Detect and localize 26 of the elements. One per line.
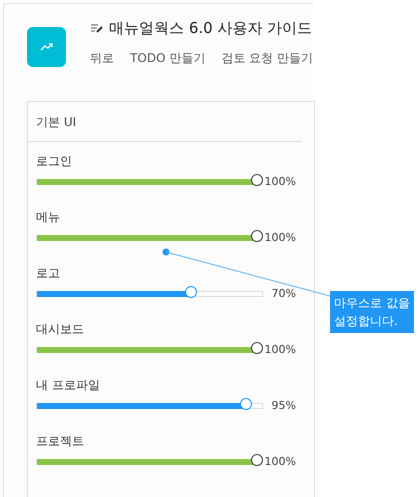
nav-link[interactable]: 검토 요청 만들기 — [221, 48, 313, 66]
slider-thumb[interactable] — [251, 342, 263, 354]
slider-thumb[interactable] — [251, 230, 263, 242]
slider-thumb[interactable] — [185, 286, 197, 298]
slider-thumb[interactable] — [251, 174, 263, 186]
percent-reading: 100% — [264, 230, 296, 246]
nav-link[interactable]: TODO 만들기 — [130, 48, 206, 66]
nav-link[interactable]: 뒤로 — [90, 48, 114, 66]
item-label: 프로젝트 — [36, 433, 85, 450]
callout-note: 마우스로 값을 설정합니다. — [330, 291, 414, 333]
card-title: 기본 UI — [36, 114, 76, 130]
trend-icon — [40, 42, 54, 52]
item-label: 메뉴 — [36, 209, 61, 226]
page-title: 매뉴얼웍스 6.0 사용자 가이드 — [109, 18, 312, 39]
slider-thumb[interactable] — [251, 454, 263, 466]
item-label: 내 프로파일 — [36, 377, 101, 394]
percent-reading: 100% — [264, 454, 296, 470]
edit-icon — [90, 22, 104, 34]
percent-reading: 100% — [264, 174, 296, 190]
item-label: 로고 — [36, 265, 61, 282]
item-label: 로그인 — [36, 153, 73, 170]
percent-reading: 100% — [264, 342, 296, 358]
item-label: 대시보드 — [36, 321, 85, 338]
percent-reading: 70% — [270, 286, 296, 302]
slider-thumb[interactable] — [240, 398, 252, 410]
percent-reading: 95% — [270, 398, 296, 414]
